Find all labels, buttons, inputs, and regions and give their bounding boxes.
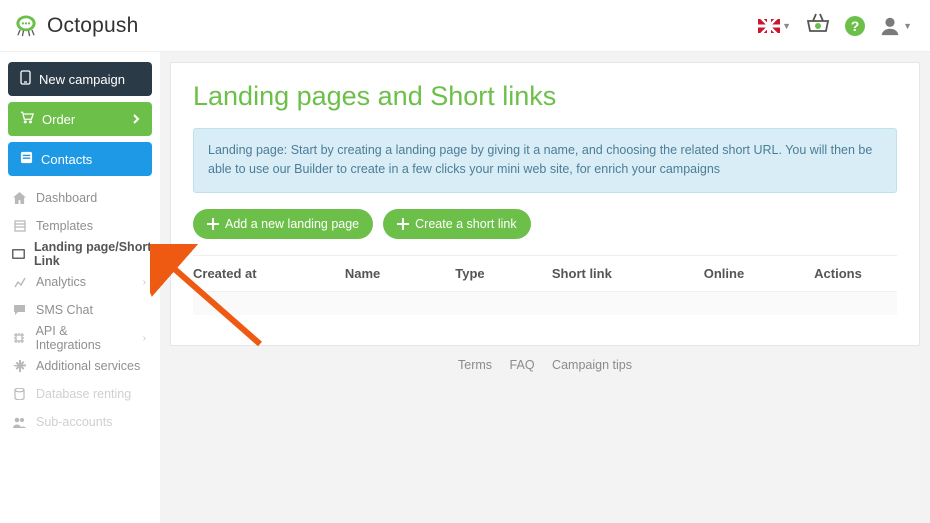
sidebar: New campaign Order Contacts Dashboard — [0, 52, 160, 523]
sidebar-item-dashboard[interactable]: Dashboard — [8, 184, 152, 212]
sidebar-item-subaccounts: Sub-accounts — [8, 408, 152, 436]
order-button[interactable]: Order — [8, 102, 152, 136]
chevron-down-icon: ▼ — [782, 21, 791, 31]
footer-terms-link[interactable]: Terms — [458, 358, 492, 372]
chevron-right-icon: › — [143, 277, 146, 288]
sidebar-item-additional[interactable]: Additional services — [8, 352, 152, 380]
col-short-link[interactable]: Short link — [552, 266, 704, 281]
account-menu[interactable]: ▼ — [879, 15, 912, 37]
landing-pages-table: Created at Name Type Short link Online A… — [193, 255, 897, 315]
sidebar-item-label: Additional services — [36, 359, 140, 373]
chevron-right-icon — [133, 112, 140, 127]
sidebar-item-database: Database renting — [8, 380, 152, 408]
sidebar-item-label: API & Integrations — [36, 324, 134, 352]
page-title: Landing pages and Short links — [193, 81, 897, 112]
basket-icon[interactable] — [805, 12, 831, 39]
sidebar-item-landing[interactable]: Landing page/Short Link — [8, 240, 152, 268]
action-buttons: Add a new landing page Create a short li… — [193, 209, 897, 239]
analytics-icon — [12, 277, 27, 288]
contacts-label: Contacts — [41, 152, 92, 167]
col-created-at[interactable]: Created at — [193, 266, 345, 281]
button-label: Create a short link — [415, 217, 516, 231]
sidebar-item-analytics[interactable]: Analytics › — [8, 268, 152, 296]
api-icon — [12, 332, 27, 344]
sidebar-item-label: SMS Chat — [36, 303, 93, 317]
users-icon — [12, 417, 27, 428]
help-icon[interactable]: ? — [845, 16, 865, 36]
col-online[interactable]: Online — [704, 266, 814, 281]
header-actions: ▼ ? ▼ — [758, 12, 912, 39]
new-campaign-label: New campaign — [39, 72, 125, 87]
brand-name: Octopush — [47, 14, 139, 38]
header: Octopush ▼ ? ▼ — [0, 0, 930, 52]
contacts-icon — [20, 151, 33, 167]
person-icon — [879, 15, 901, 37]
sidebar-item-label: Dashboard — [36, 191, 97, 205]
sidebar-item-label: Sub-accounts — [36, 415, 112, 429]
logo-icon — [12, 12, 40, 40]
sidebar-item-label: Templates — [36, 219, 93, 233]
info-box: Landing page: Start by creating a landin… — [193, 128, 897, 193]
sidebar-item-label: Landing page/Short Link — [34, 240, 152, 268]
sidebar-item-smschat[interactable]: SMS Chat — [8, 296, 152, 324]
sidebar-item-templates[interactable]: Templates — [8, 212, 152, 240]
home-icon — [12, 192, 27, 204]
col-type[interactable]: Type — [455, 266, 552, 281]
chevron-right-icon: › — [143, 333, 146, 344]
footer-faq-link[interactable]: FAQ — [510, 358, 535, 372]
content-area: Landing pages and Short links Landing pa… — [160, 52, 930, 523]
templates-icon — [12, 220, 27, 232]
plus-icon — [207, 218, 219, 230]
plus-icon — [397, 218, 409, 230]
landing-icon — [12, 249, 25, 259]
sidebar-item-label: Analytics — [36, 275, 86, 289]
add-landing-page-button[interactable]: Add a new landing page — [193, 209, 373, 239]
services-icon — [12, 360, 27, 372]
sidebar-item-label: Database renting — [36, 387, 131, 401]
new-campaign-button[interactable]: New campaign — [8, 62, 152, 96]
create-short-link-button[interactable]: Create a short link — [383, 209, 530, 239]
app-body: New campaign Order Contacts Dashboard — [0, 52, 930, 523]
cart-icon — [20, 111, 34, 127]
contacts-button[interactable]: Contacts — [8, 142, 152, 176]
mobile-icon — [20, 70, 31, 88]
sidebar-item-api[interactable]: API & Integrations › — [8, 324, 152, 352]
language-selector[interactable]: ▼ — [758, 19, 791, 33]
footer-links: Terms FAQ Campaign tips — [170, 346, 920, 372]
table-empty-body — [193, 291, 897, 315]
col-actions[interactable]: Actions — [814, 266, 897, 281]
chevron-down-icon: ▼ — [903, 21, 912, 31]
chat-icon — [12, 304, 27, 316]
footer-tips-link[interactable]: Campaign tips — [552, 358, 632, 372]
sidebar-nav: Dashboard Templates Landing page/Short L… — [8, 184, 152, 436]
main-panel: Landing pages and Short links Landing pa… — [170, 62, 920, 346]
database-icon — [12, 388, 27, 400]
brand[interactable]: Octopush — [12, 12, 139, 40]
flag-uk-icon — [758, 19, 780, 33]
table-header-row: Created at Name Type Short link Online A… — [193, 255, 897, 291]
order-label: Order — [42, 112, 75, 127]
col-name[interactable]: Name — [345, 266, 455, 281]
button-label: Add a new landing page — [225, 217, 359, 231]
